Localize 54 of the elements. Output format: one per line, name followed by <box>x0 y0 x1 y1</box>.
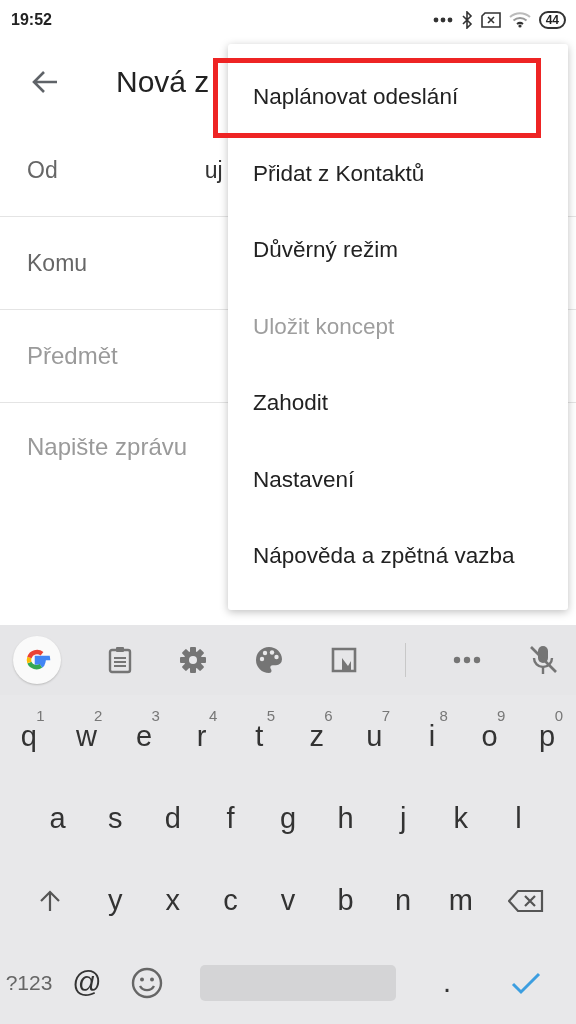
menu-item[interactable]: Důvěrný režim <box>228 212 568 289</box>
keyboard-key[interactable]: i 8 <box>403 695 461 778</box>
compose-title: Nová z <box>116 65 210 99</box>
keyboard-key[interactable]: r 4 <box>172 695 231 778</box>
palette-icon[interactable] <box>253 645 284 675</box>
symbols-key[interactable]: ?123 <box>0 941 58 1024</box>
microphone-off-icon[interactable] <box>527 644 558 676</box>
keyboard-key[interactable]: t 5 <box>230 695 288 778</box>
sender-address: uj <box>204 156 223 184</box>
wifi-icon <box>508 12 531 28</box>
keyboard-key[interactable]: s <box>86 777 144 860</box>
status-time: 19:52 <box>11 11 52 29</box>
clipboard-icon[interactable] <box>107 646 132 674</box>
keyboard-key[interactable]: b <box>316 859 375 942</box>
keyboard-key[interactable]: y <box>86 859 144 942</box>
keyboard-key[interactable]: o 9 <box>460 695 519 778</box>
menu-item[interactable]: Naplánovat odeslání <box>228 59 568 136</box>
google-logo-icon[interactable] <box>13 636 61 684</box>
backspace-icon[interactable] <box>507 888 544 913</box>
keyboard-key[interactable]: a <box>28 777 87 860</box>
keyboard-key[interactable]: v <box>259 859 317 942</box>
keyboard-key[interactable]: x <box>144 859 202 942</box>
menu-item[interactable]: Přidat z Kontaktů <box>228 135 568 212</box>
keyboard-key[interactable]: m <box>432 859 490 942</box>
more-options-icon[interactable] <box>453 656 482 664</box>
field-label: Komu <box>27 249 88 277</box>
keyboard-key[interactable]: j <box>374 777 432 860</box>
keyboard-key[interactable]: @ <box>58 941 116 1024</box>
keyboard-key[interactable]: h <box>316 777 375 860</box>
more-dots-icon <box>432 17 453 23</box>
checkmark-icon[interactable] <box>511 970 541 995</box>
settings-icon[interactable] <box>178 646 207 674</box>
menu-item[interactable]: Nápověda a zpětná vazba <box>228 518 568 595</box>
keyboard-key[interactable]: z 6 <box>288 695 346 778</box>
keyboard-key[interactable]: p 0 <box>518 695 576 778</box>
keyboard-key[interactable]: n <box>374 859 432 942</box>
keyboard-key[interactable]: d <box>144 777 202 860</box>
keyboard-key[interactable]: . <box>418 941 476 1024</box>
battery-indicator: 44 <box>538 11 566 29</box>
sticker-icon[interactable] <box>330 646 359 674</box>
keyboard-key[interactable]: l <box>489 777 548 860</box>
bluetooth-icon <box>460 11 473 29</box>
keyboard-key[interactable]: e 3 <box>115 695 173 778</box>
keyboard-key[interactable]: q 1 <box>0 695 58 778</box>
keyboard-key[interactable]: w 2 <box>57 695 116 778</box>
emoji-icon[interactable] <box>131 966 163 999</box>
field-label: Od <box>27 156 58 184</box>
keyboard-key[interactable]: c <box>201 859 260 942</box>
sim-icon <box>480 12 501 28</box>
keyboard-key[interactable]: g <box>259 777 317 860</box>
keyboard-key[interactable]: u 7 <box>345 695 404 778</box>
keyboard-key[interactable]: k <box>432 777 490 860</box>
keyboard-key[interactable]: f <box>201 777 260 860</box>
back-arrow-icon[interactable] <box>31 70 59 94</box>
